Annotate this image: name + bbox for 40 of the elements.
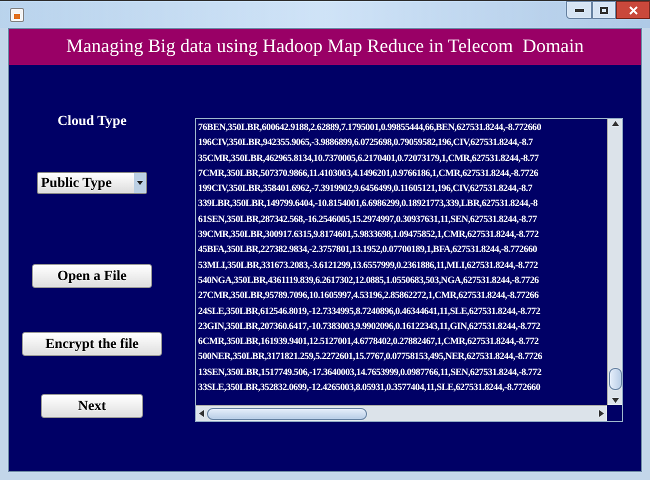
maximize-icon: [600, 6, 608, 14]
minimize-icon: [574, 8, 584, 12]
record-line: 13SEN,350LBR,1517749.506,-17.3640003,14.7653999,0.0987766,11,SEN,627531.8244,-8.772: [198, 366, 542, 380]
scrollbar-thumb[interactable]: [608, 368, 622, 390]
action-button[interactable]: Encrypt the file: [22, 332, 162, 356]
record-line: 24SLE,350LBR,612546.8019,-12.7334995,8.7240896,0.46344641,11,SLE,627531.8244,-8.772: [198, 304, 540, 319]
scrollbar-thumb[interactable]: [207, 408, 367, 420]
up-arrow-icon[interactable]: [612, 121, 618, 126]
record-line: 7CMR,350LBR,507370.9866,11.4103003,4.1496201,0.9766186,1,CMR,627531.8244,-8.7726: [198, 166, 538, 181]
action-button[interactable]: Open a File: [32, 264, 152, 288]
right-arrow-icon[interactable]: [599, 410, 604, 417]
record-line: 540NGA,350LBR,4361119.839,6.2617302,12.0885,1.0550683,503,NGA,627531.8244,-8.7726: [198, 274, 539, 288]
cloud-type-label: Cloud Type: [57, 113, 127, 131]
vertical-scrollbar[interactable]: [607, 119, 622, 405]
close-button[interactable]: [616, 1, 650, 19]
minimize-button[interactable]: [566, 1, 592, 19]
record-line: 45BFA,350LBR,227382.9834,-2.3757801,13.1952,0.07700189,1,BFA,627531.8244,-8.772660: [198, 243, 537, 258]
maximize-button[interactable]: [592, 1, 616, 19]
record-line: 33SLE,350LBR,352832.0699,-12.4265003,8.05931,0.3577404,11,SLE,627531.8244,-8.772660: [198, 381, 540, 396]
header-title: Managing Big data using Hadoop Map Reduce in Telecom Domain: [66, 34, 584, 59]
record-line: 27CMR,350LBR,95789.7096,10.1605997,4.53196,2.85862272,1,CMR,627531.8244,-8.77266: [198, 289, 539, 304]
close-icon: [628, 6, 638, 14]
record-line: 39CMR,350LBR,300917.6315,9.8174601,5.9833698,1.09475852,1,CMR,627531.8244,-8.772: [198, 228, 539, 242]
record-line: 6CMR,350LBR,161939.9401,12.5127001,4.6778402,0.27882467,1,CMR,627531.8244,-8.772: [198, 335, 539, 350]
record-line: 500NER,350LBR,3171821.259,5.2272601,15.7767,0.07758153,495,NER,627531.8244,-8.7726: [198, 350, 542, 364]
text-area[interactable]: [195, 118, 623, 422]
action-button[interactable]: Next: [41, 394, 143, 418]
down-arrow-icon[interactable]: [612, 398, 618, 403]
cloud-type-dropdown[interactable]: Public Type: [37, 172, 147, 194]
record-line: 35CMR,350LBR,462965.8134,10.7370005,6.2170401,0.72073179,1,CMR,627531.8244,-8.77: [198, 152, 539, 166]
record-line: 339LBR,350LBR,149799.6404,-10.8154001,6.6986299,0.18921773,339,LBR,627531.8244,-8: [198, 197, 538, 212]
record-line: 199CIV,350LBR,358401.6962,-7.3919902,9.6456499,0.11605121,196,CIV,627531.8244,-8.7: [198, 182, 532, 196]
record-line: 23GIN,350LBR,207360.6417,-10.7383003,9.9902096,0.16122343,11,GIN,627531.8244,-8.772: [198, 320, 540, 334]
left-arrow-icon[interactable]: [199, 410, 204, 417]
triangle-icon: [137, 181, 143, 185]
record-line: 61SEN,350LBR,287342.568,-16.2546005,15.2974997,0.30937631,11,SEN,627531.8244,-8.77: [198, 212, 537, 227]
record-line: 76BEN,350LBR,600642.9188,2.62889,7.1795001,0.99855444,66,BEN,627531.8244,-8.772660: [198, 121, 542, 135]
horizontal-scrollbar[interactable]: [196, 405, 607, 421]
record-line: 196CIV,350LBR,942355.9065,-3.9886899,6.0725698,0.79059582,196,CIV,627531.8244,-8.7: [198, 136, 533, 150]
record-line: 53MLI,350LBR,331673.2083,-3.6121299,13.6557999,0.2361886,11,MLI,627531.8244,-8.772: [198, 258, 538, 273]
